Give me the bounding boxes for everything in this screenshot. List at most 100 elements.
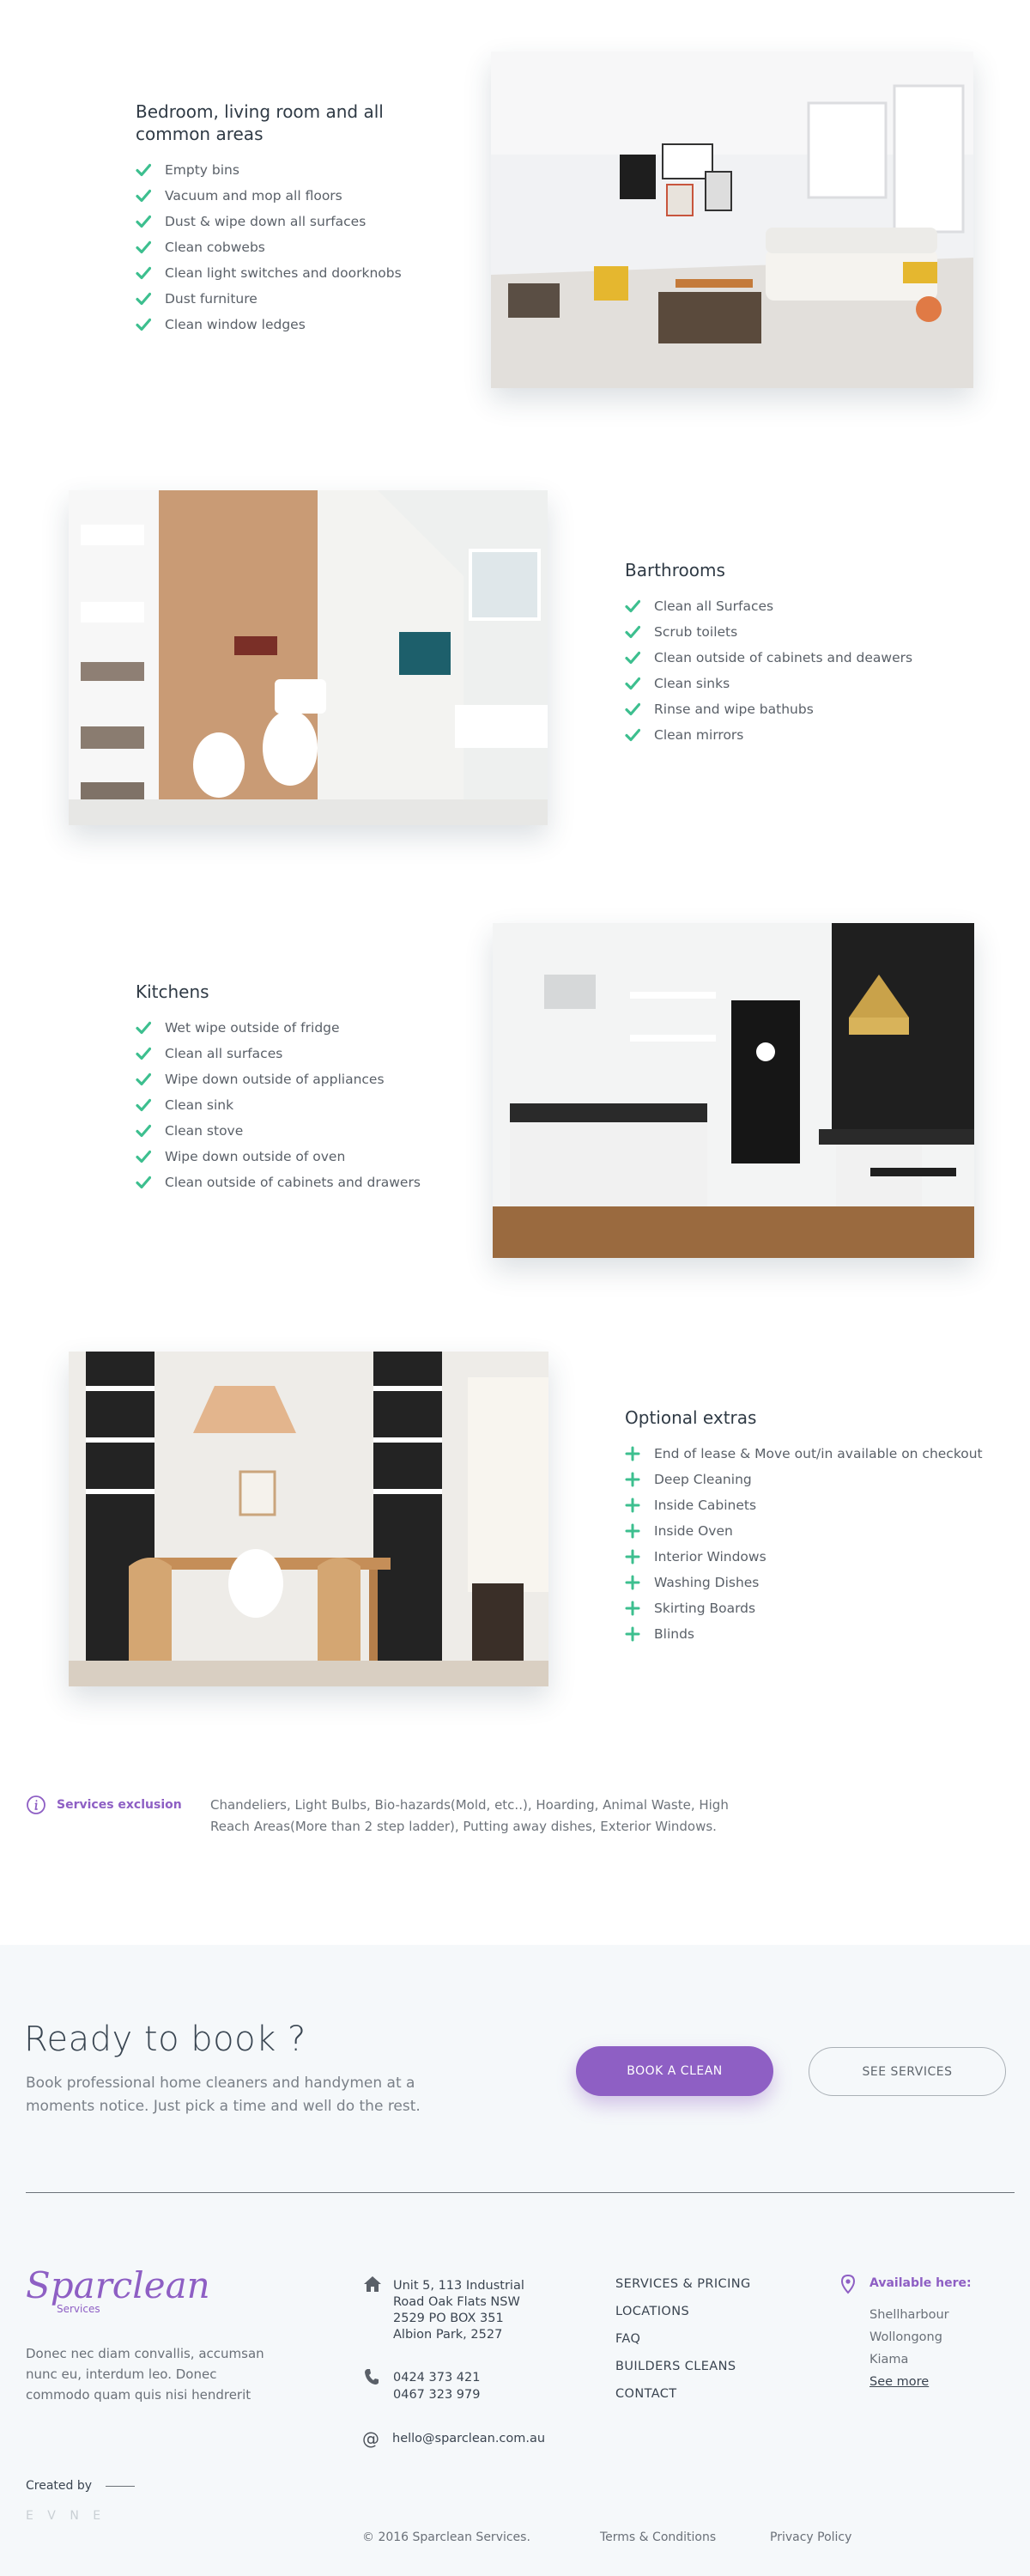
section-bathrooms: Barthrooms Clean all Surfaces Scrub toile…	[625, 559, 985, 748]
location-item[interactable]: Shellharbour	[869, 2308, 949, 2330]
list-item: Rinse and wipe bathubs	[625, 696, 985, 722]
list-item-label: Blinds	[654, 1626, 694, 1642]
footer-nav-locations[interactable]: LOCATIONS	[615, 2305, 751, 2332]
plus-icon	[625, 1523, 640, 1539]
kitchen-photo	[493, 923, 974, 1258]
list-item-label: Clean stove	[165, 1123, 244, 1139]
created-by-label: Created by	[26, 2479, 93, 2493]
list-item-label: Interior Windows	[654, 1549, 766, 1564]
list-item: Wipe down outside of oven	[136, 1144, 462, 1170]
plus-icon	[625, 1626, 640, 1642]
plus-icon	[625, 1601, 640, 1616]
address-line: Road Oak Flats NSW	[393, 2295, 520, 2309]
list-item: Clean light switches and doorknobs	[136, 260, 410, 286]
address-line: 2529 PO BOX 351	[393, 2312, 504, 2325]
footer-nav-services-pricing[interactable]: SERVICES & PRICING	[615, 2277, 751, 2305]
section-kitchens: Kitchens Wet wipe outside of fridge Clean…	[136, 981, 462, 1195]
studio-logo[interactable]: E V N E	[26, 2509, 106, 2523]
check-icon	[136, 1149, 151, 1164]
address-line: Unit 5, 113 Industrial	[393, 2279, 524, 2293]
plus-icon	[625, 1575, 640, 1590]
list-item: Wet wipe outside of fridge	[136, 1015, 462, 1041]
check-icon	[136, 240, 151, 255]
footer-about: Donec nec diam convallis, accumsan nunc …	[26, 2346, 264, 2403]
list-item: Clean outside of cabinets and deawers	[625, 645, 985, 671]
footer-nav-builders-cleans[interactable]: BUILDERS CLEANS	[615, 2360, 751, 2387]
list-item-label: Wipe down outside of appliances	[165, 1072, 385, 1087]
check-icon	[625, 624, 640, 640]
list-item: Vacuum and mop all floors	[136, 183, 410, 209]
list-item: Dust furniture	[136, 286, 410, 312]
cta-heading: Ready to book ?	[24, 2020, 306, 2059]
footer-nav: SERVICES & PRICING LOCATIONS FAQ BUILDER…	[615, 2277, 751, 2415]
check-icon	[625, 598, 640, 614]
footer-logo[interactable]: Sparclean Services	[26, 2264, 210, 2316]
created-by-line	[106, 2485, 136, 2487]
list-item: Clean outside of cabinets and drawers	[136, 1170, 462, 1195]
info-icon	[27, 1795, 45, 1814]
plus-list: End of lease & Move out/in available on …	[625, 1441, 1011, 1647]
list-item-label: Clean sink	[165, 1097, 234, 1113]
check-icon	[136, 1123, 151, 1139]
list-item: Clean all Surfaces	[625, 593, 985, 619]
plus-icon	[625, 1498, 640, 1513]
list-item-label: Clean window ledges	[165, 317, 306, 332]
list-item-label: Clean mirrors	[654, 727, 744, 743]
phone-number[interactable]: 0467 323 979	[393, 2386, 480, 2403]
check-icon	[136, 162, 151, 178]
footer-divider	[26, 2192, 1015, 2193]
checklist: Empty bins Vacuum and mop all floors Dust …	[136, 157, 410, 337]
footer-nav-contact[interactable]: CONTACT	[615, 2387, 751, 2415]
footer-email[interactable]: hello@sparclean.com.au	[392, 2432, 545, 2445]
plus-icon	[625, 1446, 640, 1461]
list-item: Clean stove	[136, 1118, 462, 1144]
section-title: Barthrooms	[625, 560, 725, 580]
logo-wordmark: Sparclean	[26, 2264, 210, 2306]
section-optional-extras: Optional extras End of lease & Move out/…	[625, 1406, 1011, 1647]
list-item-label: Deep Cleaning	[654, 1472, 752, 1487]
exclusion-label: Services exclusion	[57, 1798, 182, 1812]
phone-number[interactable]: 0424 373 421	[393, 2369, 480, 2386]
created-by: Created by	[26, 2479, 136, 2493]
check-icon	[136, 1020, 151, 1036]
home-icon	[364, 2276, 381, 2292]
list-item-label: Clean light switches and doorknobs	[165, 265, 402, 281]
list-item: Scrub toilets	[625, 619, 985, 645]
section-living-areas: Bedroom, living room and all common area…	[136, 100, 410, 337]
check-icon	[136, 1175, 151, 1190]
list-item-label: End of lease & Move out/in available on …	[654, 1446, 983, 1461]
list-item: Dust & wipe down all surfaces	[136, 209, 410, 234]
check-icon	[625, 650, 640, 665]
location-item[interactable]: Wollongong	[869, 2330, 949, 2353]
list-item-label: Clean sinks	[654, 676, 730, 691]
list-item: Deep Cleaning	[625, 1467, 1011, 1492]
bathroom-photo	[69, 490, 548, 825]
list-item-label: Inside Oven	[654, 1523, 733, 1539]
list-item: Clean mirrors	[625, 722, 985, 748]
see-more-link[interactable]: See more	[869, 2375, 949, 2397]
list-item: Blinds	[625, 1621, 1011, 1647]
check-icon	[136, 1072, 151, 1087]
see-services-button[interactable]: SEE SERVICES	[809, 2047, 1006, 2096]
list-item: Skirting Boards	[625, 1595, 1011, 1621]
footer-nav-faq[interactable]: FAQ	[615, 2332, 751, 2360]
list-item-label: Dust furniture	[165, 291, 258, 307]
list-item-label: Empty bins	[165, 162, 239, 178]
privacy-link[interactable]: Privacy Policy	[770, 2530, 851, 2544]
cta-subtext: Book professional home cleaners and hand…	[26, 2075, 421, 2115]
book-a-clean-button[interactable]: BOOK A CLEAN	[576, 2046, 773, 2096]
living-room-photo	[491, 52, 973, 388]
dining-room-photo	[69, 1352, 548, 1686]
location-item[interactable]: Kiama	[869, 2353, 949, 2375]
location-pin-icon	[840, 2274, 856, 2294]
list-item-label: Skirting Boards	[654, 1601, 756, 1616]
list-item: Clean cobwebs	[136, 234, 410, 260]
list-item-label: Clean outside of cabinets and deawers	[654, 650, 913, 665]
terms-link[interactable]: Terms & Conditions	[600, 2530, 716, 2544]
list-item-label: Scrub toilets	[654, 624, 738, 640]
list-item-label: Rinse and wipe bathubs	[654, 702, 814, 717]
address-line: Albion Park, 2527	[393, 2328, 503, 2342]
email-icon: @	[362, 2428, 379, 2449]
exclusion-text: Chandeliers, Light Bulbs, Bio-hazards(Mo…	[210, 1797, 729, 1834]
list-item: Empty bins	[136, 157, 410, 183]
